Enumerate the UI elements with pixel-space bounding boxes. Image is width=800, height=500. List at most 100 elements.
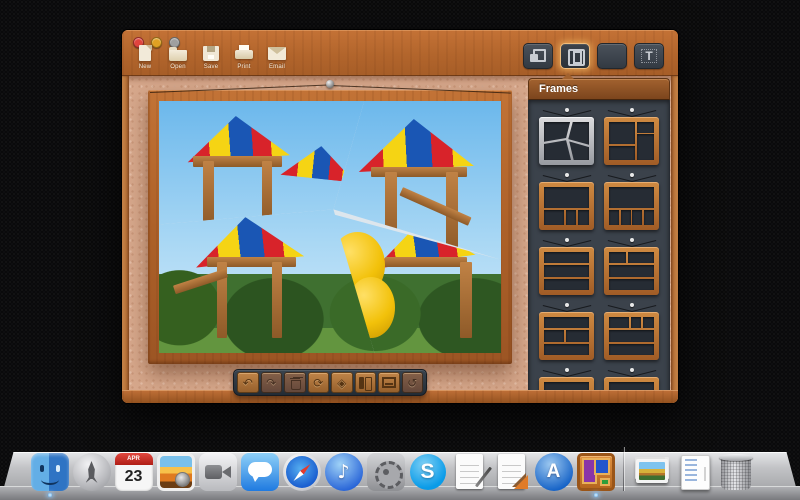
frame-thumb-diagonal-collage[interactable]: [539, 108, 594, 165]
dock-trash[interactable]: [716, 451, 755, 491]
layout-cell: [544, 330, 564, 342]
docstack-icon: [675, 453, 713, 491]
toolbar-open-button[interactable]: Open: [168, 45, 188, 70]
thumb-layout: [609, 187, 654, 225]
toolbar-save-label: Save: [203, 64, 219, 70]
frame-thumb-top-hero-bottom-three[interactable]: [539, 173, 594, 230]
frames-icon: [567, 49, 585, 66]
frame-thumb-three-rows[interactable]: [539, 238, 594, 295]
swap-button[interactable]: [354, 372, 376, 393]
messages-icon: [240, 453, 279, 491]
frame-thumb-hero-left-right-column[interactable]: [604, 108, 659, 165]
dock-facetime[interactable]: [198, 451, 237, 491]
finder-icon: [30, 453, 69, 491]
dock-itunes[interactable]: ♪: [324, 451, 363, 491]
dock-iphoto[interactable]: [156, 451, 195, 491]
view-frames-button[interactable]: [560, 43, 590, 69]
running-indicator: [46, 493, 53, 497]
frames-list[interactable]: [528, 100, 670, 398]
string-icon: [607, 305, 632, 313]
window-body: Frames ↶ ↷ ⟳ ◈ ↺: [122, 73, 678, 403]
text-icon: T: [641, 49, 657, 63]
layout-cell: [609, 252, 627, 264]
safari-icon: [282, 453, 321, 491]
string-icon: [631, 305, 656, 313]
delete-button[interactable]: [284, 372, 306, 393]
layout-cell: [609, 187, 654, 208]
layout-cell: [544, 187, 589, 208]
dock-calendar[interactable]: APR 23: [114, 451, 153, 491]
pages-icon: [493, 453, 531, 491]
photo-area[interactable]: [159, 101, 501, 353]
view-text-button[interactable]: T: [634, 43, 664, 69]
dock-appstore[interactable]: A: [534, 451, 573, 491]
new-icon: [135, 45, 155, 62]
string-icon: [566, 175, 591, 183]
print-icon: [234, 45, 254, 62]
toolbar-new-label: New: [138, 64, 152, 70]
titlebar[interactable]: New Open Save Print Email T: [122, 30, 678, 76]
rotate-button[interactable]: ⟳: [307, 372, 329, 393]
dock-docstack[interactable]: [674, 451, 713, 491]
toolbar-new-button[interactable]: New: [135, 45, 155, 70]
layout-cell: [620, 209, 631, 225]
layout-cell: [609, 122, 636, 145]
undo-button[interactable]: ↶: [237, 372, 259, 393]
nail-icon: [629, 173, 634, 177]
dock-skype[interactable]: S: [408, 451, 447, 491]
string-icon: [607, 240, 632, 248]
view-layouts-button[interactable]: [523, 43, 553, 69]
orientation-button[interactable]: ◈: [331, 372, 353, 393]
string-icon: [566, 240, 591, 248]
adjustments-icon: [604, 49, 620, 63]
calendar-icon: APR 23: [114, 453, 153, 491]
dock-safari[interactable]: [282, 451, 321, 491]
toolbar-save-button[interactable]: Save: [201, 45, 221, 70]
toolbar-print-button[interactable]: Print: [234, 45, 254, 70]
dock-sysprefs[interactable]: [366, 451, 405, 491]
frame-thumb-split-top-two-rows[interactable]: [604, 238, 659, 295]
string-icon: [542, 175, 567, 183]
redo-button[interactable]: ↷: [260, 372, 282, 393]
frame-thumb-row-split-middle-row[interactable]: [539, 303, 594, 360]
dock-finder[interactable]: [30, 451, 69, 497]
reset-button[interactable]: ↺: [401, 372, 423, 393]
frame-swatch: [599, 478, 610, 486]
trash-icon: [718, 453, 754, 491]
frames-panel: Frames: [528, 73, 670, 398]
nail-icon: [564, 238, 569, 242]
border-button[interactable]: [378, 372, 400, 393]
layout-cell: [544, 317, 589, 329]
thumb-hanger: [542, 108, 591, 118]
dock-pages[interactable]: [492, 451, 531, 491]
thumb-layout: [544, 252, 589, 290]
thumb-hanger: [542, 173, 591, 183]
layout-cell: [565, 330, 589, 342]
view-adjustments-button[interactable]: [597, 43, 627, 69]
collage-frame: [148, 90, 512, 364]
frame-thumb-top-three-two-rows[interactable]: [604, 303, 659, 360]
layout-cell: [643, 317, 654, 329]
thumb-hanger: [607, 368, 656, 378]
dock-photostack[interactable]: [632, 451, 671, 491]
layout-cell: [627, 252, 654, 264]
collage-canvas[interactable]: [148, 80, 512, 364]
frame-thumb-top-hero-bottom-four[interactable]: [604, 173, 659, 230]
string-icon: [607, 175, 632, 183]
dock-launchpad[interactable]: [72, 451, 111, 491]
running-indicator: [592, 493, 599, 497]
layout-cell: [609, 265, 654, 277]
thumb-hanger: [607, 238, 656, 248]
dock-textedit[interactable]: [450, 451, 489, 491]
app-window: New Open Save Print Email T Frames ↶ ↷ ⟳…: [122, 30, 678, 403]
thumb-frame: [539, 312, 594, 360]
thumb-layout: [609, 317, 654, 355]
dock-messages[interactable]: [240, 451, 279, 491]
toolbar-email-button[interactable]: Email: [267, 45, 287, 70]
dock-divider: [618, 445, 629, 491]
swap-icon: [358, 376, 372, 391]
nail-icon: [564, 108, 569, 112]
thumb-hanger: [542, 368, 591, 378]
dock-imageframer[interactable]: [576, 451, 615, 497]
delete-icon: [289, 377, 301, 390]
